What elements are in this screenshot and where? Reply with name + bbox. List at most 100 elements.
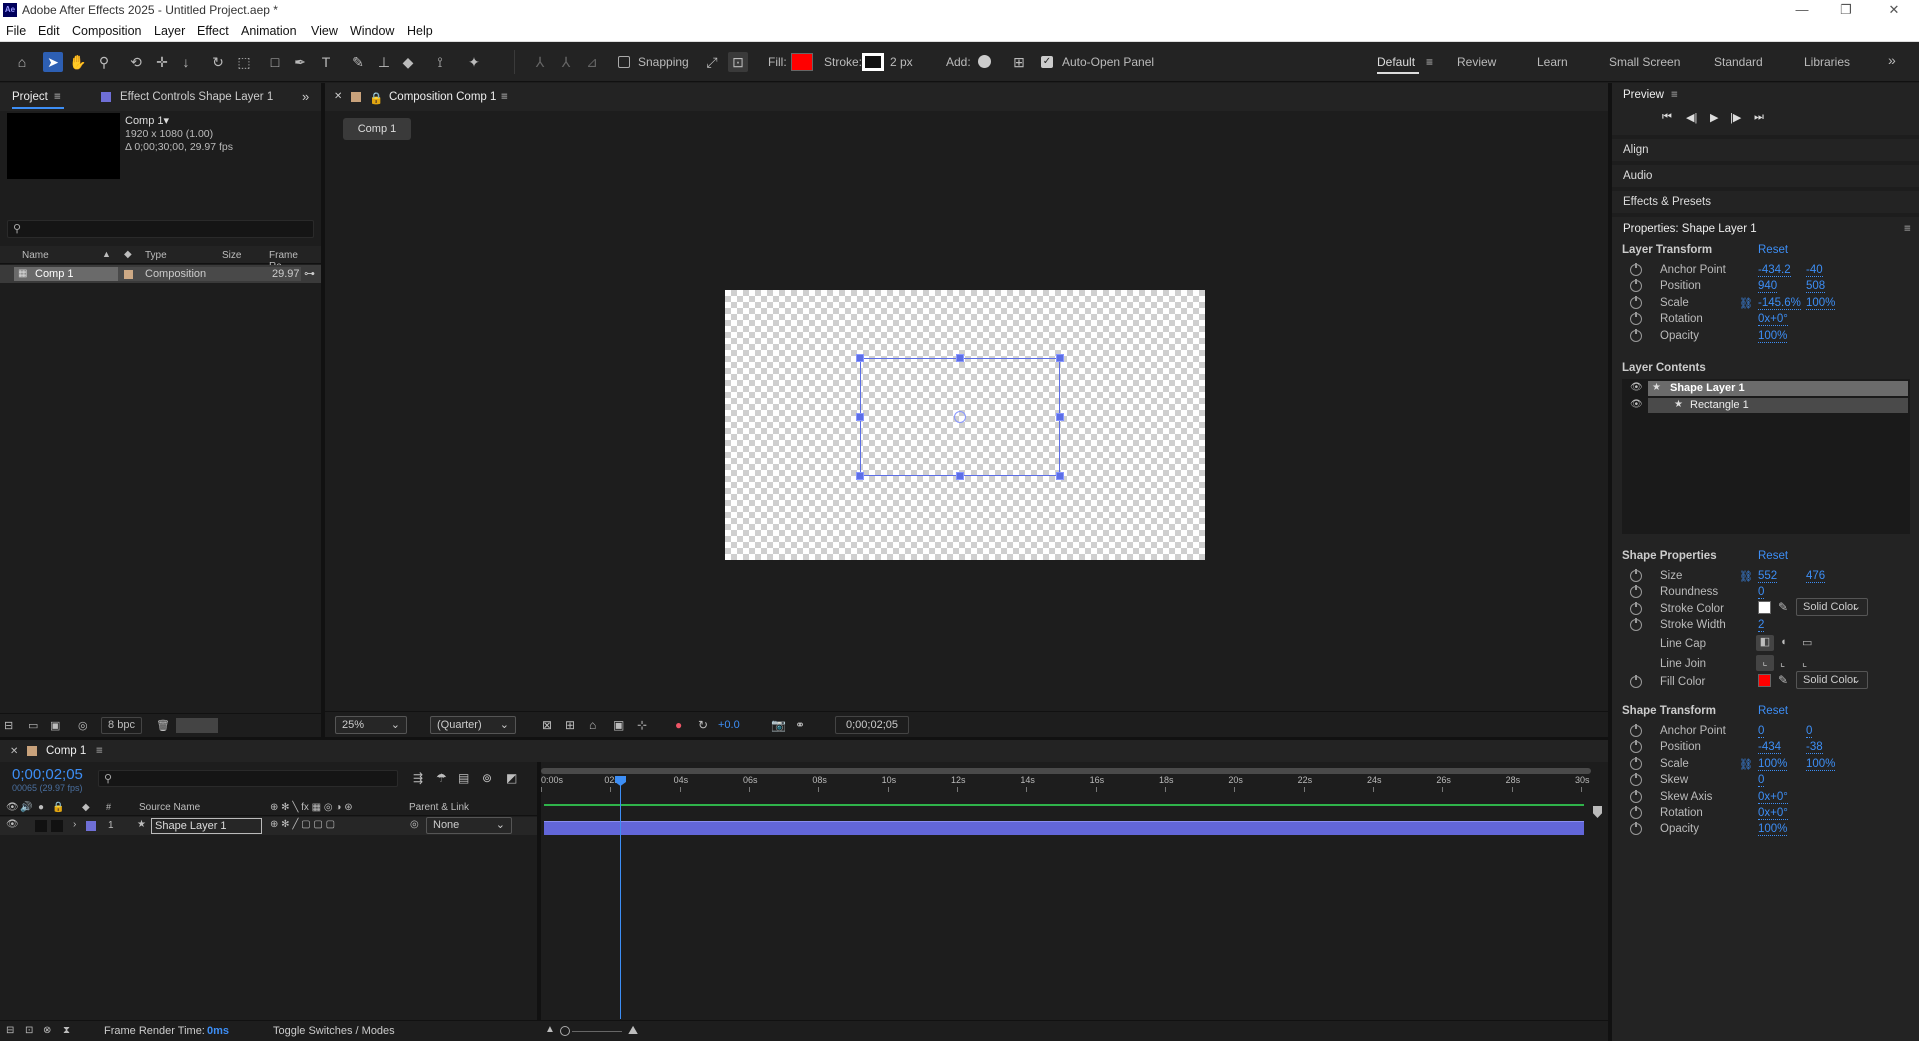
puppet-tool-icon[interactable]: ✦ bbox=[464, 52, 484, 72]
comp-info-name[interactable]: Comp 1▾ bbox=[125, 114, 169, 127]
solo-switch-icon[interactable]: ● bbox=[38, 802, 44, 813]
zoom-slider-thumb[interactable] bbox=[560, 1026, 570, 1036]
brush-tool-icon[interactable]: ✎ bbox=[348, 52, 368, 72]
eyedropper-icon[interactable]: ✎ bbox=[1778, 673, 1788, 687]
snap-options-icon[interactable]: ⤢ bbox=[702, 52, 722, 72]
snapping-checkbox[interactable] bbox=[618, 56, 630, 68]
pan-behind-tool-icon[interactable]: ⬚ bbox=[234, 52, 254, 72]
snapshot-icon[interactable]: 📷 bbox=[771, 718, 786, 732]
mask-visibility-icon[interactable]: ⌂ bbox=[589, 718, 596, 732]
stopwatch-icon[interactable] bbox=[1630, 806, 1642, 819]
type-tool-icon[interactable]: T bbox=[316, 52, 336, 72]
lock-icon[interactable]: 🔒 bbox=[369, 91, 383, 105]
lock-switch-icon[interactable]: 🔒 bbox=[52, 802, 64, 813]
menu-edit[interactable]: Edit bbox=[38, 24, 60, 38]
workspace-libraries[interactable]: Libraries bbox=[1804, 55, 1850, 69]
composition-canvas[interactable] bbox=[725, 290, 1205, 560]
graph-editor-icon[interactable]: ◩ bbox=[506, 771, 517, 785]
project-menu-icon[interactable]: ≡ bbox=[54, 91, 61, 103]
stopwatch-icon[interactable] bbox=[1630, 312, 1642, 326]
audio-panel[interactable]: Audio bbox=[1612, 165, 1919, 187]
resolution-dropdown[interactable]: (Quarter) ⌄ bbox=[430, 716, 516, 734]
layer-row[interactable]: 👁 › 1 ★ Shape Layer 1 ⊕ ✻ ╱ ▢ ▢ ▢ ◎ None… bbox=[0, 817, 537, 835]
grid-guides-icon[interactable]: ⊹ bbox=[637, 718, 647, 732]
stopwatch-icon[interactable] bbox=[1630, 773, 1642, 787]
stopwatch-icon[interactable] bbox=[1630, 618, 1642, 631]
audio-switch-icon[interactable]: 🔊 bbox=[20, 802, 32, 813]
selection-tool-icon[interactable]: ➤ bbox=[43, 52, 63, 72]
menu-animation[interactable]: Animation bbox=[241, 24, 297, 38]
sort-asc-icon[interactable]: ▲ bbox=[102, 249, 111, 259]
handle-bottom-left[interactable] bbox=[856, 472, 864, 480]
stroke-color-swatch[interactable] bbox=[1758, 601, 1771, 614]
menu-window[interactable]: Window bbox=[350, 24, 394, 38]
stopwatch-icon[interactable] bbox=[1630, 602, 1642, 615]
menu-view[interactable]: View bbox=[311, 24, 338, 38]
handle-top-right[interactable] bbox=[1056, 354, 1064, 362]
last-frame-icon[interactable]: ⏭ bbox=[1754, 111, 1764, 124]
handle-top-center[interactable] bbox=[956, 354, 964, 362]
menu-layer[interactable]: Layer bbox=[154, 24, 185, 38]
column-name[interactable]: Name bbox=[22, 250, 49, 261]
column-size[interactable]: Size bbox=[222, 250, 241, 261]
property-value-2[interactable]: -38 bbox=[1806, 741, 1823, 755]
fill-color-swatch[interactable] bbox=[1758, 674, 1771, 687]
workspace-small-screen[interactable]: Small Screen bbox=[1609, 55, 1680, 69]
zoom-tool-icon[interactable]: ⚲ bbox=[94, 52, 114, 72]
render-time-pane-icon[interactable]: ⧗ bbox=[63, 1025, 70, 1036]
contents-item-rectangle[interactable]: ★ Rectangle 1 bbox=[1648, 398, 1908, 413]
tab-timeline-comp[interactable]: Comp 1 bbox=[46, 745, 86, 757]
project-search-input[interactable]: ⚲ bbox=[7, 220, 314, 238]
property-value-1[interactable]: -434 bbox=[1758, 741, 1782, 755]
interpret-footage-icon[interactable]: ⊟ bbox=[4, 719, 13, 732]
stopwatch-icon[interactable] bbox=[1630, 263, 1642, 276]
timeline-menu-icon[interactable]: ≡ bbox=[96, 745, 103, 757]
handle-top-left[interactable] bbox=[856, 354, 864, 362]
minimize-button[interactable]: — bbox=[1782, 2, 1822, 17]
stroke-swatch[interactable] bbox=[862, 53, 884, 71]
restore-button[interactable]: ❐ bbox=[1826, 2, 1866, 18]
draft-3d-icon[interactable]: ☂ bbox=[436, 771, 447, 785]
property-value-1[interactable]: 0x+0° bbox=[1758, 313, 1788, 327]
workspace-overflow-icon[interactable]: » bbox=[1888, 52, 1896, 68]
property-value-1[interactable]: 2 bbox=[1758, 619, 1765, 632]
pick-whip-icon[interactable]: ◎ bbox=[410, 819, 419, 830]
miter-join-icon[interactable]: ⌞ bbox=[1756, 655, 1774, 671]
home-icon[interactable]: ⌂ bbox=[12, 52, 32, 72]
bpc-button[interactable]: 8 bpc bbox=[101, 717, 142, 734]
eye-icon[interactable]: 👁 bbox=[1630, 382, 1643, 393]
workspace-default[interactable]: Default bbox=[1377, 55, 1415, 69]
property-value-2[interactable]: 0 bbox=[1806, 725, 1813, 738]
eye-icon[interactable]: 👁 bbox=[1630, 399, 1643, 410]
layer-lock-toggle[interactable] bbox=[51, 820, 63, 832]
label-tag-icon[interactable]: ◆ bbox=[124, 249, 132, 260]
color-channels-icon[interactable]: ● bbox=[675, 718, 682, 732]
shy-layers-icon[interactable]: ▤ bbox=[458, 771, 469, 785]
zoom-out-icon[interactable]: ▲ bbox=[545, 1024, 555, 1035]
eraser-tool-icon[interactable]: ◆ bbox=[398, 52, 418, 72]
fill-swatch[interactable] bbox=[791, 53, 813, 71]
anchor-point-icon[interactable] bbox=[954, 411, 966, 423]
effects-presets-panel[interactable]: Effects & Presets bbox=[1612, 191, 1919, 213]
property-value-2[interactable]: -40 bbox=[1806, 264, 1823, 277]
property-value-1[interactable]: -145.6% bbox=[1758, 297, 1801, 310]
properties-menu-icon[interactable]: ≡ bbox=[1904, 223, 1911, 235]
layer-expand-icon[interactable]: › bbox=[73, 819, 76, 830]
trash-icon[interactable]: 🗑 bbox=[156, 719, 170, 732]
new-folder-icon[interactable]: ▭ bbox=[28, 719, 38, 732]
layer-solo-toggle[interactable] bbox=[35, 820, 47, 832]
first-frame-icon[interactable]: ⏮ bbox=[1662, 111, 1672, 124]
hand-tool-icon[interactable]: ✋ bbox=[68, 52, 88, 72]
layer-label-color[interactable] bbox=[86, 821, 96, 831]
axis-world-icon[interactable]: ⅄ bbox=[556, 52, 576, 72]
eyedropper-icon[interactable]: ✎ bbox=[1778, 600, 1788, 614]
property-value-1[interactable]: 0 bbox=[1758, 774, 1765, 788]
stroke-label[interactable]: Stroke: bbox=[824, 55, 862, 69]
property-value-2[interactable]: 508 bbox=[1806, 280, 1826, 294]
layer-transform-reset[interactable]: Reset bbox=[1758, 244, 1788, 256]
comp-breadcrumb[interactable]: Comp 1 bbox=[343, 118, 411, 140]
column-parent-link[interactable]: Parent & Link bbox=[409, 802, 469, 813]
stopwatch-icon[interactable] bbox=[1630, 724, 1642, 737]
auto-open-checkbox[interactable]: ✓ bbox=[1041, 56, 1053, 68]
property-value-1[interactable]: 0 bbox=[1758, 586, 1765, 599]
